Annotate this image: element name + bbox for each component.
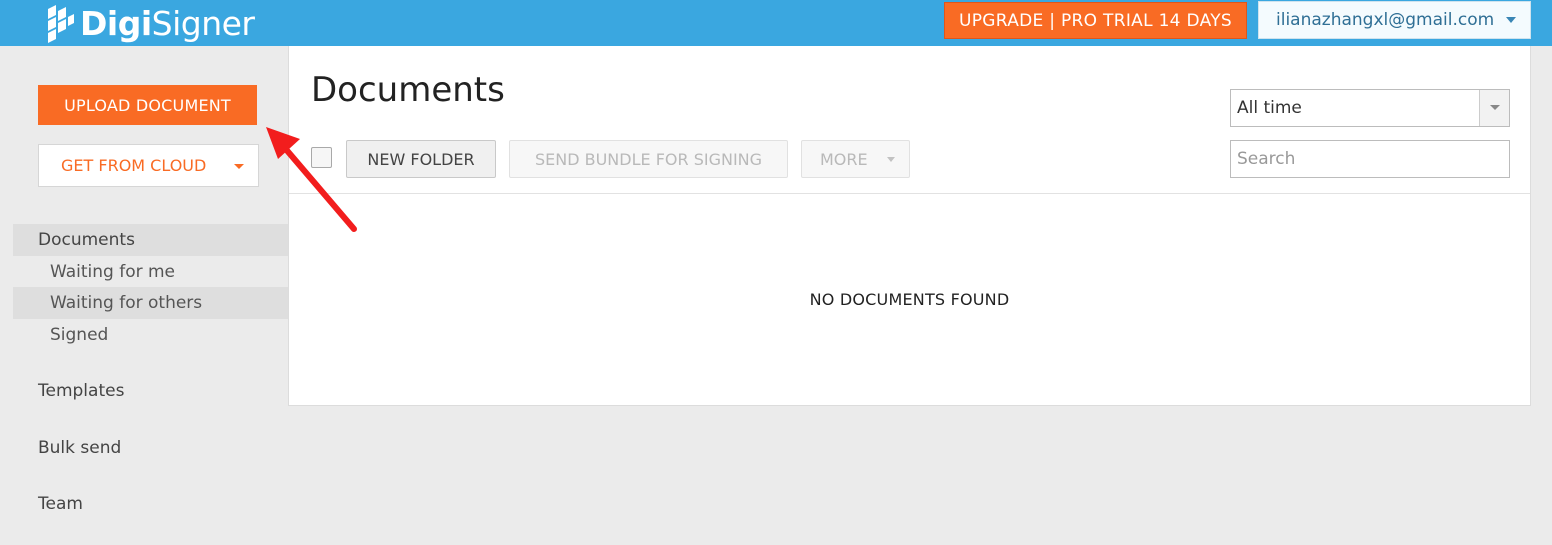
- more-button[interactable]: MORE: [801, 140, 910, 178]
- new-folder-button[interactable]: NEW FOLDER: [346, 140, 496, 178]
- page-title: Documents: [311, 70, 505, 110]
- sidebar-item-signed[interactable]: Signed: [13, 319, 288, 351]
- send-bundle-button[interactable]: SEND BUNDLE FOR SIGNING: [509, 140, 788, 178]
- top-bar: DigiSigner UPGRADE | PRO TRIAL 14 DAYS i…: [0, 0, 1552, 46]
- chevron-down-icon: [887, 157, 895, 162]
- toolbar-divider: [289, 193, 1530, 194]
- documents-panel: Documents NEW FOLDER SEND BUNDLE FOR SIG…: [288, 46, 1531, 406]
- get-from-cloud-label: GET FROM CLOUD: [61, 156, 207, 175]
- time-filter-dropdown-arrow[interactable]: [1479, 90, 1509, 126]
- upload-document-button[interactable]: UPLOAD DOCUMENT: [38, 85, 257, 125]
- logo-text: DigiSigner: [80, 4, 255, 43]
- time-filter-select[interactable]: All time: [1230, 89, 1510, 127]
- sidebar-item-team[interactable]: Team: [13, 488, 288, 520]
- search-input[interactable]: [1230, 140, 1510, 178]
- sidebar-item-waiting-for-others[interactable]: Waiting for others: [13, 287, 288, 319]
- chevron-down-icon: [1506, 17, 1516, 23]
- chevron-down-icon: [234, 164, 244, 169]
- logo[interactable]: DigiSigner: [44, 2, 255, 44]
- digisigner-logo-icon: [48, 5, 74, 43]
- sidebar-item-documents[interactable]: Documents: [13, 224, 288, 256]
- time-filter-value: All time: [1237, 98, 1302, 118]
- account-menu-button[interactable]: ilianazhangxl@gmail.com: [1258, 1, 1531, 39]
- upgrade-button[interactable]: UPGRADE | PRO TRIAL 14 DAYS: [944, 2, 1247, 39]
- sidebar-item-bulk-send[interactable]: Bulk send: [13, 432, 288, 464]
- empty-state-message: NO DOCUMENTS FOUND: [809, 290, 1010, 309]
- more-label: MORE: [820, 149, 868, 169]
- account-email: ilianazhangxl@gmail.com: [1276, 10, 1495, 30]
- red-arrow-icon: [266, 127, 357, 232]
- get-from-cloud-button[interactable]: GET FROM CLOUD: [38, 144, 259, 187]
- chevron-down-icon: [1490, 105, 1500, 110]
- sidebar-item-waiting-for-me[interactable]: Waiting for me: [13, 256, 288, 288]
- sidebar-item-templates[interactable]: Templates: [13, 375, 288, 407]
- logo-text-light: Signer: [151, 3, 255, 43]
- logo-text-bold: Digi: [80, 3, 152, 43]
